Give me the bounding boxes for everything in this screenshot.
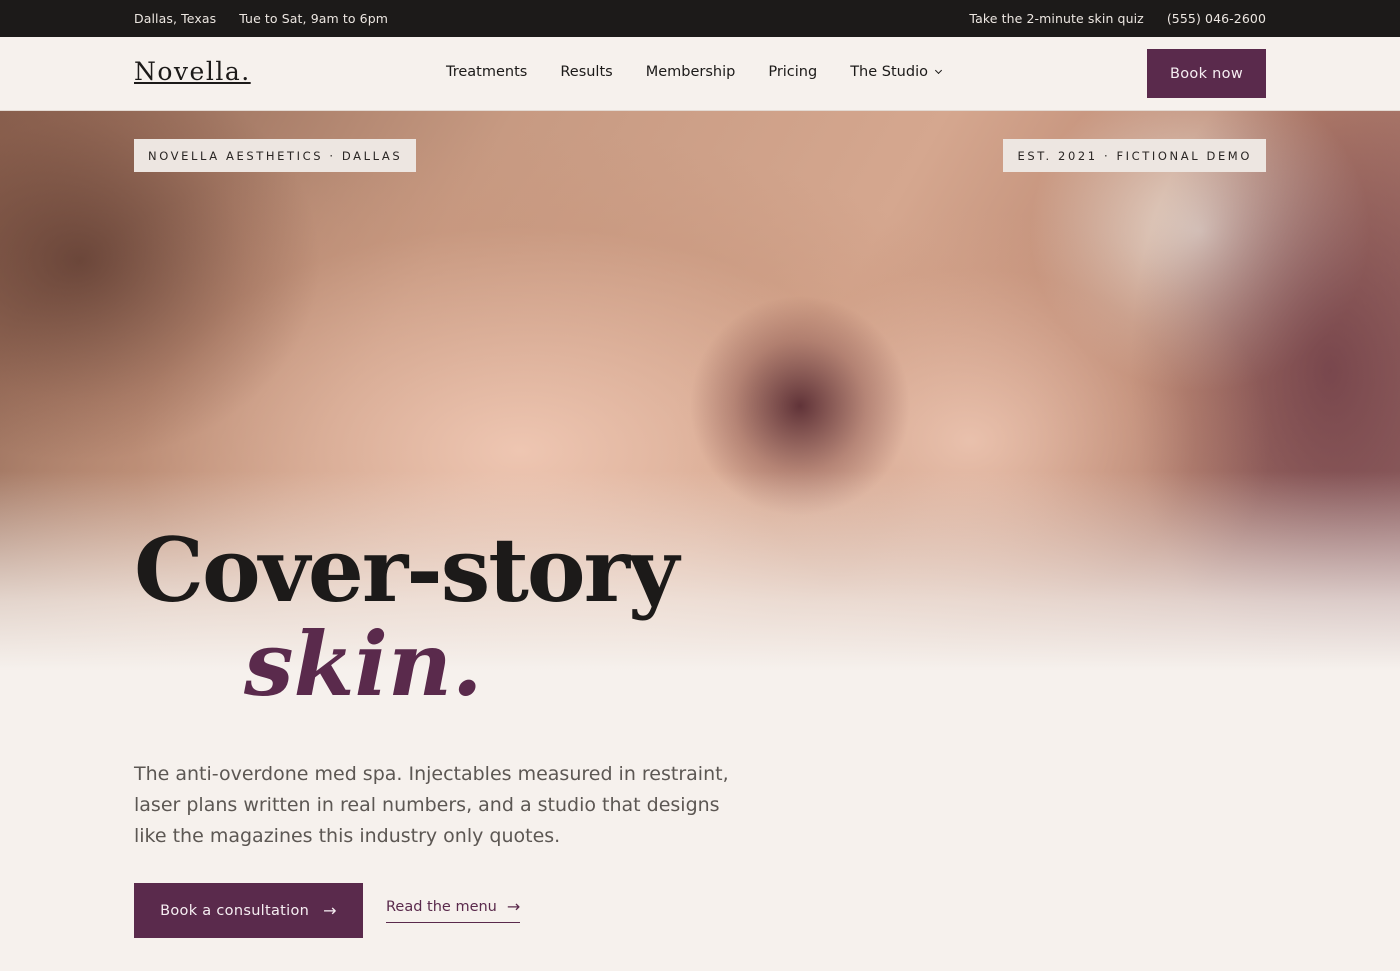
nav-item-the-studio[interactable]: The Studio [850, 64, 943, 80]
nav-item-membership[interactable]: Membership [646, 64, 736, 80]
utility-bar-right: Take the 2-minute skin quiz (555) 046-26… [969, 11, 1266, 26]
arrow-right-icon: → [506, 897, 521, 916]
nav-item-the-studio-label: The Studio [850, 64, 928, 80]
main-navigation: Novella. Treatments Results Membership P… [0, 37, 1400, 111]
nav-item-pricing[interactable]: Pricing [768, 64, 817, 80]
hours-text: Tue to Sat, 9am to 6pm [239, 11, 389, 26]
hero-headline: Cover-story skin. [134, 518, 679, 716]
headline-line-1: Cover-story [134, 518, 679, 622]
established-tag: EST. 2021 · FICTIONAL DEMO [1003, 139, 1266, 172]
read-menu-label: Read the menu [386, 899, 497, 915]
utility-bar-left: Dallas, Texas Tue to Sat, 9am to 6pm [134, 11, 388, 26]
read-menu-link[interactable]: Read the menu → [386, 897, 521, 923]
chevron-down-icon [934, 66, 943, 75]
book-consultation-label: Book a consultation [160, 902, 310, 919]
logo[interactable]: Novella. [134, 57, 251, 86]
utility-bar: Dallas, Texas Tue to Sat, 9am to 6pm Tak… [0, 0, 1400, 37]
book-now-button[interactable]: Book now [1147, 49, 1266, 98]
nav-item-treatments[interactable]: Treatments [446, 64, 527, 80]
skin-quiz-link[interactable]: Take the 2-minute skin quiz [969, 11, 1143, 26]
headline-line-2: skin. [244, 612, 483, 716]
phone-link[interactable]: (555) 046-2600 [1167, 11, 1266, 26]
brand-tag: NOVELLA AESTHETICS · DALLAS [134, 139, 417, 172]
book-consultation-button[interactable]: Book a consultation → [134, 883, 363, 938]
location-text: Dallas, Texas [134, 11, 217, 26]
nav-item-results[interactable]: Results [560, 64, 612, 80]
nav-menu: Treatments Results Membership Pricing Th… [446, 64, 943, 80]
arrow-right-icon: → [323, 900, 337, 920]
hero-description: The anti-overdone med spa. Injectables m… [134, 763, 729, 847]
